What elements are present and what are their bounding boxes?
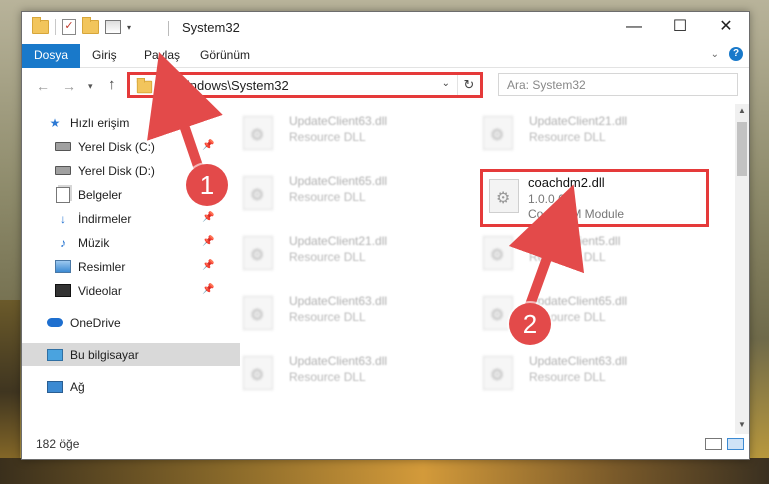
step-marker-2: 2 bbox=[509, 303, 551, 345]
arrow-to-address-bar bbox=[147, 52, 223, 177]
arrow-to-coachdm2-file bbox=[508, 184, 585, 310]
step-marker-1: 1 bbox=[186, 164, 228, 206]
annotation-arrows bbox=[147, 52, 585, 310]
